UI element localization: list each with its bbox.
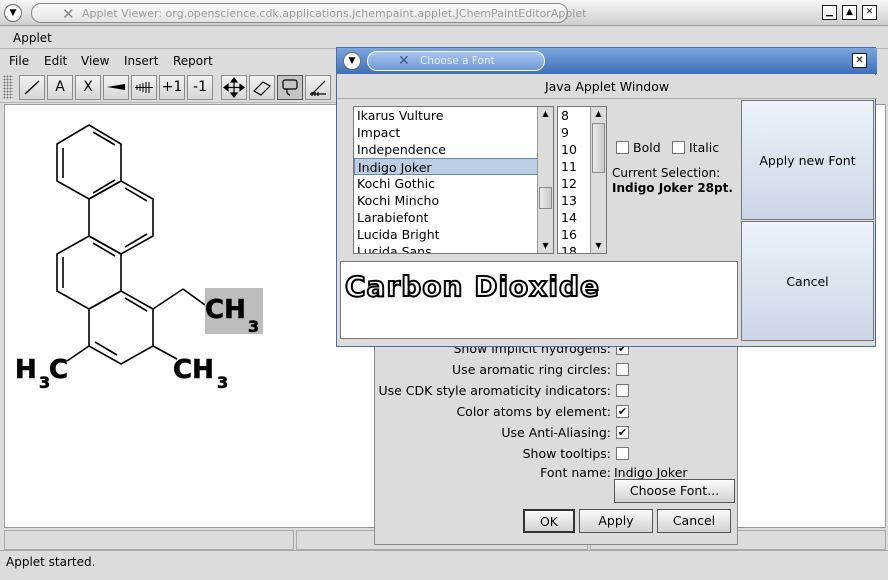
italic-checkbox[interactable] — [672, 141, 685, 154]
increase-charge-icon[interactable]: +1 — [159, 75, 185, 100]
atom-label-h3c-c: C — [49, 355, 68, 385]
list-item[interactable]: Lucida Sans — [354, 243, 553, 253]
list-item[interactable]: Independence — [354, 141, 553, 158]
scroll-thumb[interactable] — [592, 123, 605, 173]
font-name-value: Indigo Joker — [614, 465, 688, 480]
menu-report[interactable]: Report — [173, 54, 213, 68]
applet-viewer-window: ▼ ✕ Applet Viewer: org.openscience.cdk.a… — [0, 0, 888, 580]
font-list[interactable]: Ikarus Vulture Impact Independence Indig… — [353, 106, 554, 254]
minimize-icon[interactable]: ▁ — [822, 5, 837, 20]
current-selection-label: Current Selection: — [612, 166, 721, 180]
element-symbol-icon[interactable]: X — [75, 75, 101, 100]
list-item[interactable]: Larabiefont — [354, 209, 553, 226]
menu-file[interactable]: File — [9, 54, 29, 68]
close-icon[interactable]: ✕ — [852, 53, 867, 68]
scroll-down-icon[interactable]: ▼ — [538, 239, 553, 253]
preferences-dialog: Show implicit hydrogens: ✔ Use aromatic … — [374, 330, 738, 545]
list-item[interactable]: Impact — [354, 124, 553, 141]
atom-label-ch3-right-sub: 3 — [248, 317, 259, 336]
atom-label-ch3-lower: CH — [173, 355, 214, 385]
eraser-icon[interactable] — [249, 75, 275, 100]
pref-label: Use CDK style aromaticity indicators: — [378, 383, 611, 398]
current-selection-value: Indigo Joker 28pt. — [612, 181, 733, 195]
status-text: Applet started. — [6, 555, 96, 569]
pref-row-color-atoms: Color atoms by element: ✔ — [375, 402, 739, 422]
choose-font-button[interactable]: Choose Font... — [614, 479, 735, 503]
size-list-scrollbar[interactable]: ▲ ▼ — [590, 107, 606, 253]
scroll-up-icon[interactable]: ▲ — [538, 107, 553, 121]
list-item-selected[interactable]: Indigo Joker — [354, 158, 553, 175]
font-size-list[interactable]: 8 9 10 11 12 13 14 16 18 ▲ ▼ — [557, 106, 607, 254]
atom-label-ch3-right: CH — [205, 295, 246, 325]
bold-label: Bold — [633, 140, 661, 155]
bold-checkbox[interactable] — [616, 141, 629, 154]
x-logo-icon: ✕ — [62, 5, 75, 23]
apply-new-font-button[interactable]: Apply new Font — [741, 100, 874, 220]
pref-checkbox-aromatic-circles[interactable] — [616, 363, 629, 376]
pref-label: Color atoms by element: — [456, 404, 611, 419]
window-menu-icon[interactable]: ▼ — [4, 4, 22, 22]
pref-row-cdk-aromaticity: Use CDK style aromaticity indicators: — [375, 381, 739, 401]
pref-label: Use aromatic ring circles: — [452, 362, 611, 377]
applet-status-bar: Applet started. — [0, 550, 888, 574]
pref-row-tooltips: Show tooltips: — [375, 444, 739, 464]
font-dialog-title: Choose a Font — [420, 55, 495, 67]
pref-label: Show tooltips: — [522, 446, 611, 461]
font-cancel-button[interactable]: Cancel — [741, 221, 874, 341]
hash-bond-icon[interactable] — [131, 75, 157, 100]
pref-checkbox-anti-aliasing[interactable]: ✔ — [616, 426, 629, 439]
decrease-charge-icon[interactable]: -1 — [187, 75, 213, 100]
line-icon[interactable] — [19, 75, 45, 100]
atom-label-ch3-lower-sub: 3 — [217, 373, 228, 392]
menu-edit[interactable]: Edit — [44, 54, 67, 68]
applet-menubar: Applet — [0, 27, 888, 49]
list-item[interactable]: Kochi Mincho — [354, 192, 553, 209]
lasso-select-icon[interactable] — [277, 75, 303, 100]
drawing-toolbar: A X +1 -1 — [0, 71, 340, 103]
move-icon[interactable] — [221, 75, 247, 100]
scroll-up-icon[interactable]: ▲ — [591, 107, 606, 121]
atom-label-h3c-h: H — [15, 355, 37, 385]
pref-row-anti-aliasing: Use Anti-Aliasing: ✔ — [375, 423, 739, 443]
pref-label: Use Anti-Aliasing: — [501, 425, 611, 440]
dialog-menu-icon[interactable]: ▼ — [343, 52, 361, 70]
toolbar-grip[interactable] — [3, 75, 13, 99]
list-item[interactable]: Ikarus Vulture — [354, 107, 553, 124]
wedge-bond-icon[interactable] — [103, 75, 129, 100]
x-logo-icon: ✕ — [398, 53, 410, 69]
list-item[interactable]: Lucida Bright — [354, 226, 553, 243]
pref-checkbox-tooltips[interactable] — [616, 447, 629, 460]
font-name-label: Font name: — [540, 465, 611, 480]
window-title: Applet Viewer: org.openscience.cdk.appli… — [82, 7, 587, 20]
menu-insert[interactable]: Insert — [124, 54, 158, 68]
apply-button[interactable]: Apply — [579, 509, 653, 533]
ok-button[interactable]: OK — [523, 509, 575, 533]
menu-view[interactable]: View — [81, 54, 109, 68]
pref-checkbox-color-atoms[interactable]: ✔ — [616, 405, 629, 418]
pref-checkbox-cdk-aromaticity[interactable] — [616, 384, 629, 397]
close-icon[interactable]: ✕ — [862, 5, 877, 20]
choose-font-dialog: ▼ ✕ Choose a Font ✕ Java Applet Window I… — [336, 47, 877, 347]
italic-label: Italic — [689, 140, 720, 155]
window-title-pill: ✕ Applet Viewer: org.openscience.cdk.app… — [31, 3, 586, 23]
font-dialog-title-pill: ✕ Choose a Font — [367, 51, 545, 71]
java-applet-window-label: Java Applet Window — [337, 75, 877, 99]
status-panel-1 — [4, 530, 294, 550]
maximize-icon[interactable]: ▲ — [842, 5, 857, 20]
pref-row-aromatic-circles: Use aromatic ring circles: — [375, 360, 739, 380]
list-item[interactable]: Kochi Gothic — [354, 175, 553, 192]
atom-label-icon[interactable]: A — [47, 75, 73, 100]
cleanup-icon[interactable] — [305, 75, 331, 100]
font-preview-area: Carbon Dioxide — [340, 261, 738, 339]
font-dialog-titlebar: ▼ ✕ Choose a Font ✕ — [337, 48, 877, 74]
font-list-scrollbar[interactable]: ▲ ▼ — [537, 107, 553, 253]
window-titlebar: ▼ ✕ Applet Viewer: org.openscience.cdk.a… — [0, 0, 888, 26]
scroll-down-icon[interactable]: ▼ — [591, 239, 606, 253]
scroll-thumb[interactable] — [539, 187, 552, 209]
cancel-button[interactable]: Cancel — [657, 509, 731, 533]
preview-text: Carbon Dioxide — [345, 270, 600, 303]
menu-applet[interactable]: Applet — [13, 31, 52, 45]
